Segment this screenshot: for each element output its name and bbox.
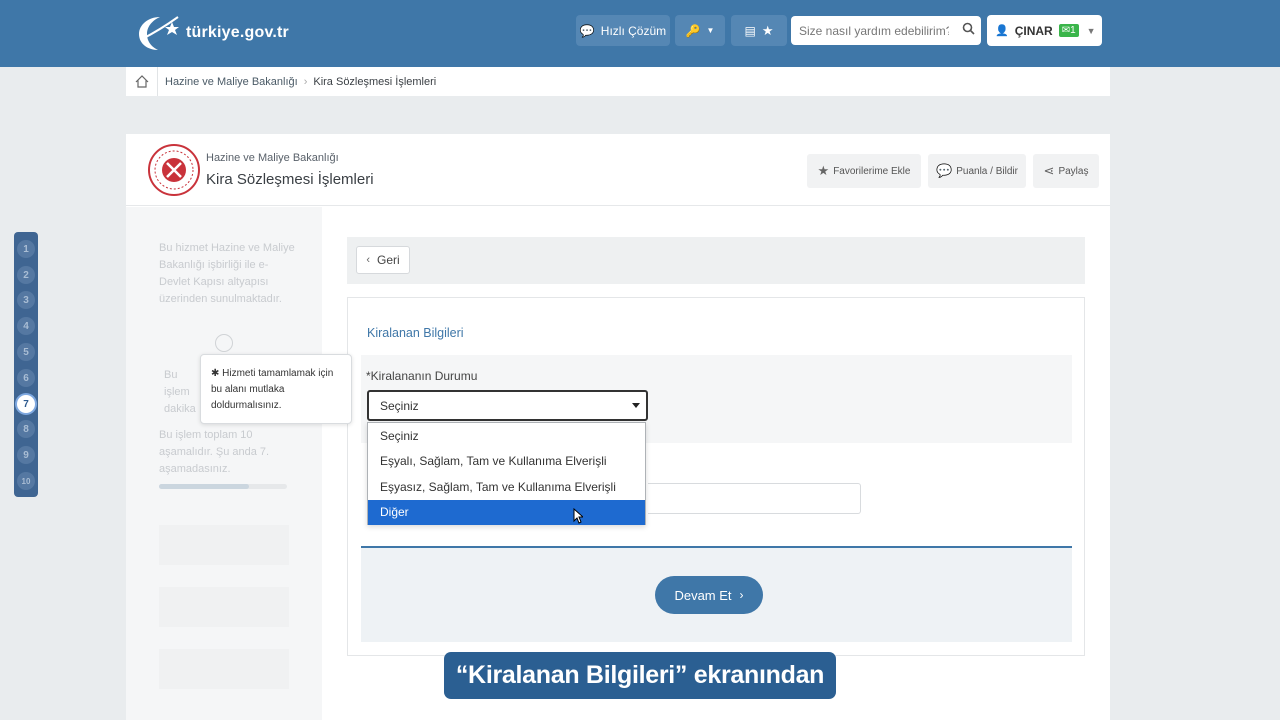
- rate-report-button[interactable]: 💬 Puanla / Bildir: [928, 154, 1026, 188]
- top-bar: türkiye.gov.tr 💬 Hızlı Çözüm 🔑 ▼ ▤ ★ 👤 Ç…: [0, 0, 1280, 67]
- sidebar-placeholder: [159, 525, 289, 565]
- service-title: Kira Sözleşmesi İşlemleri: [206, 171, 374, 188]
- user-menu-button[interactable]: 👤 ÇINAR ✉1 ▼: [987, 15, 1102, 46]
- step-6: 6: [17, 369, 35, 387]
- step-7-current: 7: [17, 395, 35, 413]
- option-furnished[interactable]: Eşyalı, Sağlam, Tam ve Kullanıma Elveriş…: [368, 449, 645, 475]
- chevron-left-icon: ‹: [366, 254, 370, 266]
- select-value: Seçiniz: [380, 398, 419, 413]
- property-status-select[interactable]: Seçiniz: [367, 390, 648, 421]
- add-favorite-label: Favorilerime Ekle: [833, 165, 911, 177]
- required-field-tooltip: ✱ Hizmeti tamamlamak için bu alanı mutla…: [200, 354, 352, 424]
- id-card-icon: ▤: [744, 23, 756, 38]
- add-favorite-button[interactable]: ★ Favorilerime Ekle: [807, 154, 921, 188]
- continue-label: Devam Et: [674, 587, 732, 603]
- search-box[interactable]: [791, 16, 981, 45]
- quick-solution-label: Hızlı Çözüm: [600, 23, 667, 38]
- field-label: *Kiralananın Durumu: [366, 369, 478, 383]
- home-icon[interactable]: [126, 67, 158, 96]
- back-label: Geri: [377, 253, 400, 267]
- service-header: Hazine ve Maliye Bakanlığı Kira Sözleşme…: [126, 134, 1110, 206]
- share-label: Paylaş: [1058, 165, 1089, 177]
- step-4: 4: [17, 317, 35, 335]
- quick-solution-button[interactable]: 💬 Hızlı Çözüm: [576, 15, 670, 46]
- service-info-text: Bu hizmet Hazine ve Maliye Bakanlığı işb…: [159, 242, 295, 305]
- clock-icon: [215, 334, 233, 352]
- step-2: 2: [17, 266, 35, 284]
- select-options-list[interactable]: Seçiniz Eşyalı, Sağlam, Tam ve Kullanıma…: [367, 422, 646, 525]
- progress-fill: [159, 484, 249, 489]
- option-select[interactable]: Seçiniz: [368, 423, 645, 449]
- card-favorites-button[interactable]: ▤ ★: [731, 15, 787, 46]
- speech-bubble-icon: 💬: [936, 163, 953, 178]
- sidebar-placeholder: [159, 587, 289, 627]
- crescent-star-icon: [139, 16, 179, 50]
- search-input[interactable]: [799, 23, 949, 38]
- dropdown-arrow-icon: [632, 403, 640, 408]
- step-5: 5: [17, 343, 35, 361]
- share-icon: ⋖: [1043, 163, 1055, 178]
- breadcrumb-separator: ›: [303, 75, 308, 88]
- back-button[interactable]: ‹ Geri: [356, 246, 410, 274]
- duration-text: Bu işlem dakika: [164, 369, 196, 415]
- star-icon: ★: [817, 163, 830, 178]
- mouse-cursor-icon: [573, 508, 583, 524]
- chevron-right-icon: ›: [739, 588, 744, 602]
- key-icon: 🔑: [685, 23, 701, 38]
- sidebar-placeholder: [159, 649, 289, 689]
- form-actions: Devam Et ›: [361, 548, 1072, 642]
- breadcrumb: Hazine ve Maliye Bakanlığı › Kira Sözleş…: [126, 67, 1110, 96]
- step-8: 8: [17, 420, 35, 438]
- service-sidebar: Bu hizmet Hazine ve Maliye Bakanlığı işb…: [126, 207, 322, 720]
- organization-name: Hazine ve Maliye Bakanlığı: [206, 152, 339, 164]
- step-3: 3: [17, 291, 35, 309]
- chevron-down-icon: ▼: [1086, 25, 1096, 36]
- login-key-button[interactable]: 🔑 ▼: [675, 15, 725, 46]
- search-icon[interactable]: [962, 22, 975, 35]
- progress-bar: [159, 484, 287, 489]
- rate-report-label: Puanla / Bildir: [956, 165, 1018, 177]
- continue-button[interactable]: Devam Et ›: [655, 576, 763, 614]
- ministry-emblem-icon: [148, 144, 200, 196]
- step-indicator: 1 2 3 4 5 6 7 8 9 10: [14, 232, 38, 497]
- user-icon: 👤: [995, 25, 1009, 37]
- video-caption: “Kiralanan Bilgileri” ekranından: [444, 652, 836, 699]
- chat-icon: 💬: [579, 23, 595, 38]
- step-1: 1: [17, 240, 35, 258]
- turkiye-gov-logo[interactable]: türkiye.gov.tr: [136, 12, 289, 54]
- mail-count: 1: [1070, 25, 1076, 36]
- navigation-bar: ‹ Geri: [347, 237, 1085, 284]
- step-9: 9: [17, 446, 35, 464]
- breadcrumb-item-current: Kira Sözleşmesi İşlemleri: [313, 75, 437, 88]
- star-icon: ★: [761, 22, 774, 38]
- user-name: ÇINAR: [1014, 23, 1053, 38]
- share-button[interactable]: ⋖ Paylaş: [1033, 154, 1099, 188]
- mail-badge[interactable]: ✉1: [1058, 24, 1079, 37]
- step-10: 10: [17, 472, 35, 490]
- steps-info-text: Bu işlem toplam 10 aşamalıdır. Şu anda 7…: [159, 429, 270, 475]
- option-other[interactable]: Diğer: [368, 499, 645, 525]
- section-title: Kiralanan Bilgileri: [367, 326, 464, 340]
- option-unfurnished[interactable]: Eşyasız, Sağlam, Tam ve Kullanıma Elveri…: [368, 474, 645, 500]
- logo-text: türkiye.gov.tr: [186, 24, 289, 41]
- text-input[interactable]: [648, 483, 861, 514]
- breadcrumb-item-ministry[interactable]: Hazine ve Maliye Bakanlığı: [165, 76, 298, 88]
- chevron-down-icon: ▼: [706, 26, 715, 35]
